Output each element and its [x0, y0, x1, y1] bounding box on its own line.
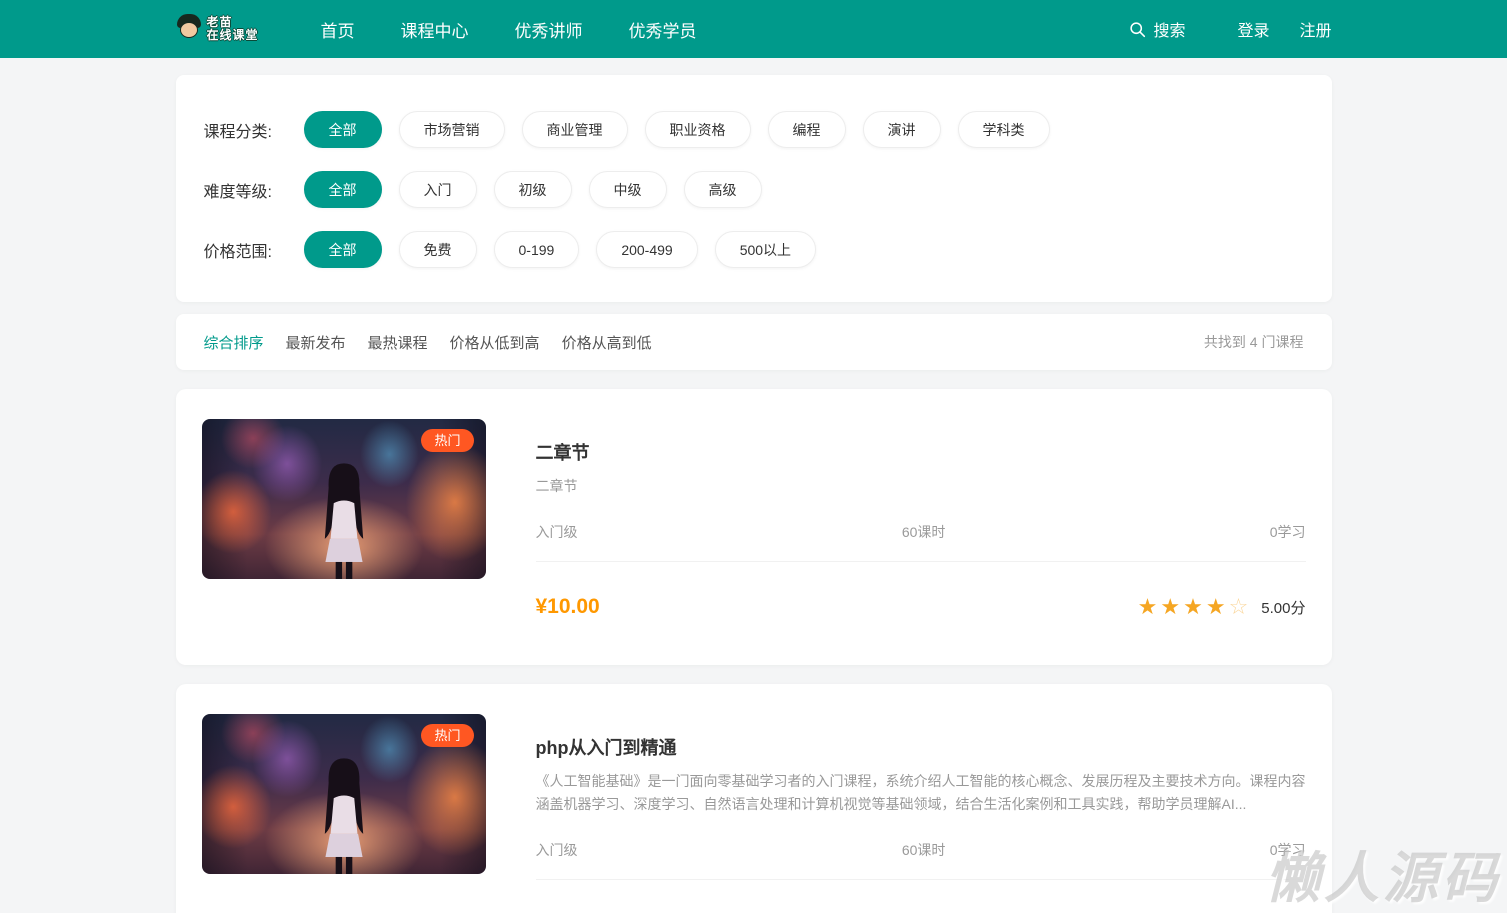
hot-badge: 热门 [421, 724, 473, 747]
site-logo[interactable]: 老苗 在线课堂 [176, 14, 259, 44]
filter-option-pill[interactable]: 编程 [768, 111, 846, 148]
course-meta: 入门级 60课时 0学习 [536, 522, 1306, 542]
nav-item[interactable]: 首页 [321, 17, 355, 42]
course-title: 二章节 [536, 439, 1306, 465]
filter-options: 全部免费 0-199 200-499 500以上 [304, 231, 817, 268]
filter-option-pill[interactable]: 入门 [399, 171, 477, 208]
filter-options: 全部市场营销商业管理职业资格编程演讲学科类 [304, 111, 1050, 148]
sort-options: 综合排序 最新发布 最热课程 价格从低到高 价格从高到低 [204, 332, 652, 353]
sort-option[interactable]: 最新发布 [286, 332, 346, 353]
filter-label: 难度等级: [204, 178, 304, 202]
course-subtitle: 《人工智能基础》是一门面向零基础学习者的入门课程，系统介绍人工智能的核心概念、发… [536, 770, 1306, 816]
course-thumbnail: 热门 [202, 419, 486, 579]
result-count: 共找到 4 门课程 [1204, 332, 1304, 352]
girl-silhouette-illustration [305, 457, 382, 579]
course-price: ¥10.00 [536, 595, 600, 619]
sort-option[interactable]: 综合排序 [204, 332, 264, 353]
hot-badge: 热门 [421, 429, 473, 452]
nav-item[interactable]: 优秀讲师 [515, 17, 583, 42]
filter-panel: 课程分类:全部市场营销商业管理职业资格编程演讲学科类难度等级:全部入门初级中级高… [176, 75, 1332, 302]
course-card[interactable]: 热门 php从入门到精通 《人工智能基础》是一门面向零基础学习者的入门课程，系统… [176, 684, 1332, 913]
filter-row: 难度等级:全部入门初级中级高级 [204, 171, 1304, 208]
price-row: ¥10.00 ★★★★☆ 5.00分 [536, 595, 1306, 619]
register-link[interactable]: 注册 [1299, 17, 1331, 41]
course-rating: ★★★★☆ 5.00分 [1138, 596, 1306, 618]
filter-option-pill[interactable]: 全部 [304, 231, 382, 268]
sort-bar: 综合排序 最新发布 最热课程 价格从低到高 价格从高到低 共找到 4 门课程 [176, 314, 1332, 370]
filter-option-pill[interactable]: 演讲 [863, 111, 941, 148]
course-info: 二章节 二章节 入门级 60课时 0学习 ¥10.00 ★★★★☆ 5.00分 [536, 419, 1306, 635]
filter-option-pill[interactable]: 学科类 [958, 111, 1050, 148]
filter-option-pill[interactable]: 免费 [399, 231, 477, 268]
filter-option-pill[interactable]: 职业资格 [645, 111, 751, 148]
course-lessons: 60课时 [902, 840, 946, 860]
course-card[interactable]: 热门 二章节 二章节 入门级 60课时 0学习 ¥10.00 ★★★★☆ 5.0… [176, 389, 1332, 665]
search-icon [1129, 21, 1146, 38]
filter-option-pill[interactable]: 高级 [684, 171, 762, 208]
rating-score: 5.00分 [1261, 597, 1305, 618]
sort-option[interactable]: 最热课程 [368, 332, 428, 353]
divider [536, 561, 1306, 562]
search-button[interactable]: 搜索 [1129, 17, 1185, 41]
filter-row: 课程分类:全部市场营销商业管理职业资格编程演讲学科类 [204, 111, 1304, 148]
login-link[interactable]: 登录 [1237, 17, 1269, 41]
filter-row: 价格范围:全部免费 0-199 200-499 500以上 [204, 231, 1304, 268]
main-nav: 首页 课程中心 优秀讲师 优秀学员 [321, 17, 697, 42]
course-learners: 0学习 [1270, 840, 1306, 860]
course-thumbnail: 热门 [202, 714, 486, 874]
filter-option-pill[interactable]: 中级 [589, 171, 667, 208]
filter-label: 课程分类: [204, 118, 304, 142]
course-learners: 0学习 [1270, 522, 1306, 542]
top-navbar: 老苗 在线课堂 首页 课程中心 优秀讲师 优秀学员 搜索 登录 注册 [0, 0, 1507, 58]
divider [536, 879, 1306, 880]
star-rating-icons: ★★★★☆ [1138, 596, 1252, 618]
sort-option[interactable]: 价格从高到低 [562, 332, 652, 353]
filter-option-pill[interactable]: 0-199 [494, 231, 580, 268]
course-info: php从入门到精通 《人工智能基础》是一门面向零基础学习者的入门课程，系统介绍人… [536, 714, 1306, 913]
nav-item[interactable]: 课程中心 [401, 17, 469, 42]
logo-text: 老苗 在线课堂 [207, 16, 259, 41]
course-title: php从入门到精通 [536, 734, 1306, 760]
course-level: 入门级 [536, 522, 578, 542]
nav-item[interactable]: 优秀学员 [629, 17, 697, 42]
search-label: 搜索 [1153, 17, 1185, 41]
filter-option-pill[interactable]: 全部 [304, 171, 382, 208]
course-lessons: 60课时 [902, 522, 946, 542]
girl-silhouette-illustration [305, 752, 382, 874]
filter-options: 全部入门初级中级高级 [304, 171, 762, 208]
mascot-icon [176, 14, 202, 44]
filter-option-pill[interactable]: 市场营销 [399, 111, 505, 148]
filter-option-pill[interactable]: 500以上 [715, 231, 816, 268]
filter-option-pill[interactable]: 200-499 [596, 231, 697, 268]
course-level: 入门级 [536, 840, 578, 860]
filter-label: 价格范围: [204, 238, 304, 262]
main-content: 课程分类:全部市场营销商业管理职业资格编程演讲学科类难度等级:全部入门初级中级高… [176, 75, 1332, 913]
filter-option-pill[interactable]: 商业管理 [522, 111, 628, 148]
course-subtitle: 二章节 [536, 475, 1306, 498]
filter-option-pill[interactable]: 全部 [304, 111, 382, 148]
course-meta: 入门级 60课时 0学习 [536, 840, 1306, 860]
course-list: 热门 二章节 二章节 入门级 60课时 0学习 ¥10.00 ★★★★☆ 5.0… [176, 389, 1332, 913]
sort-option[interactable]: 价格从低到高 [450, 332, 540, 353]
logo-line2: 在线课堂 [207, 29, 259, 42]
filter-option-pill[interactable]: 初级 [494, 171, 572, 208]
